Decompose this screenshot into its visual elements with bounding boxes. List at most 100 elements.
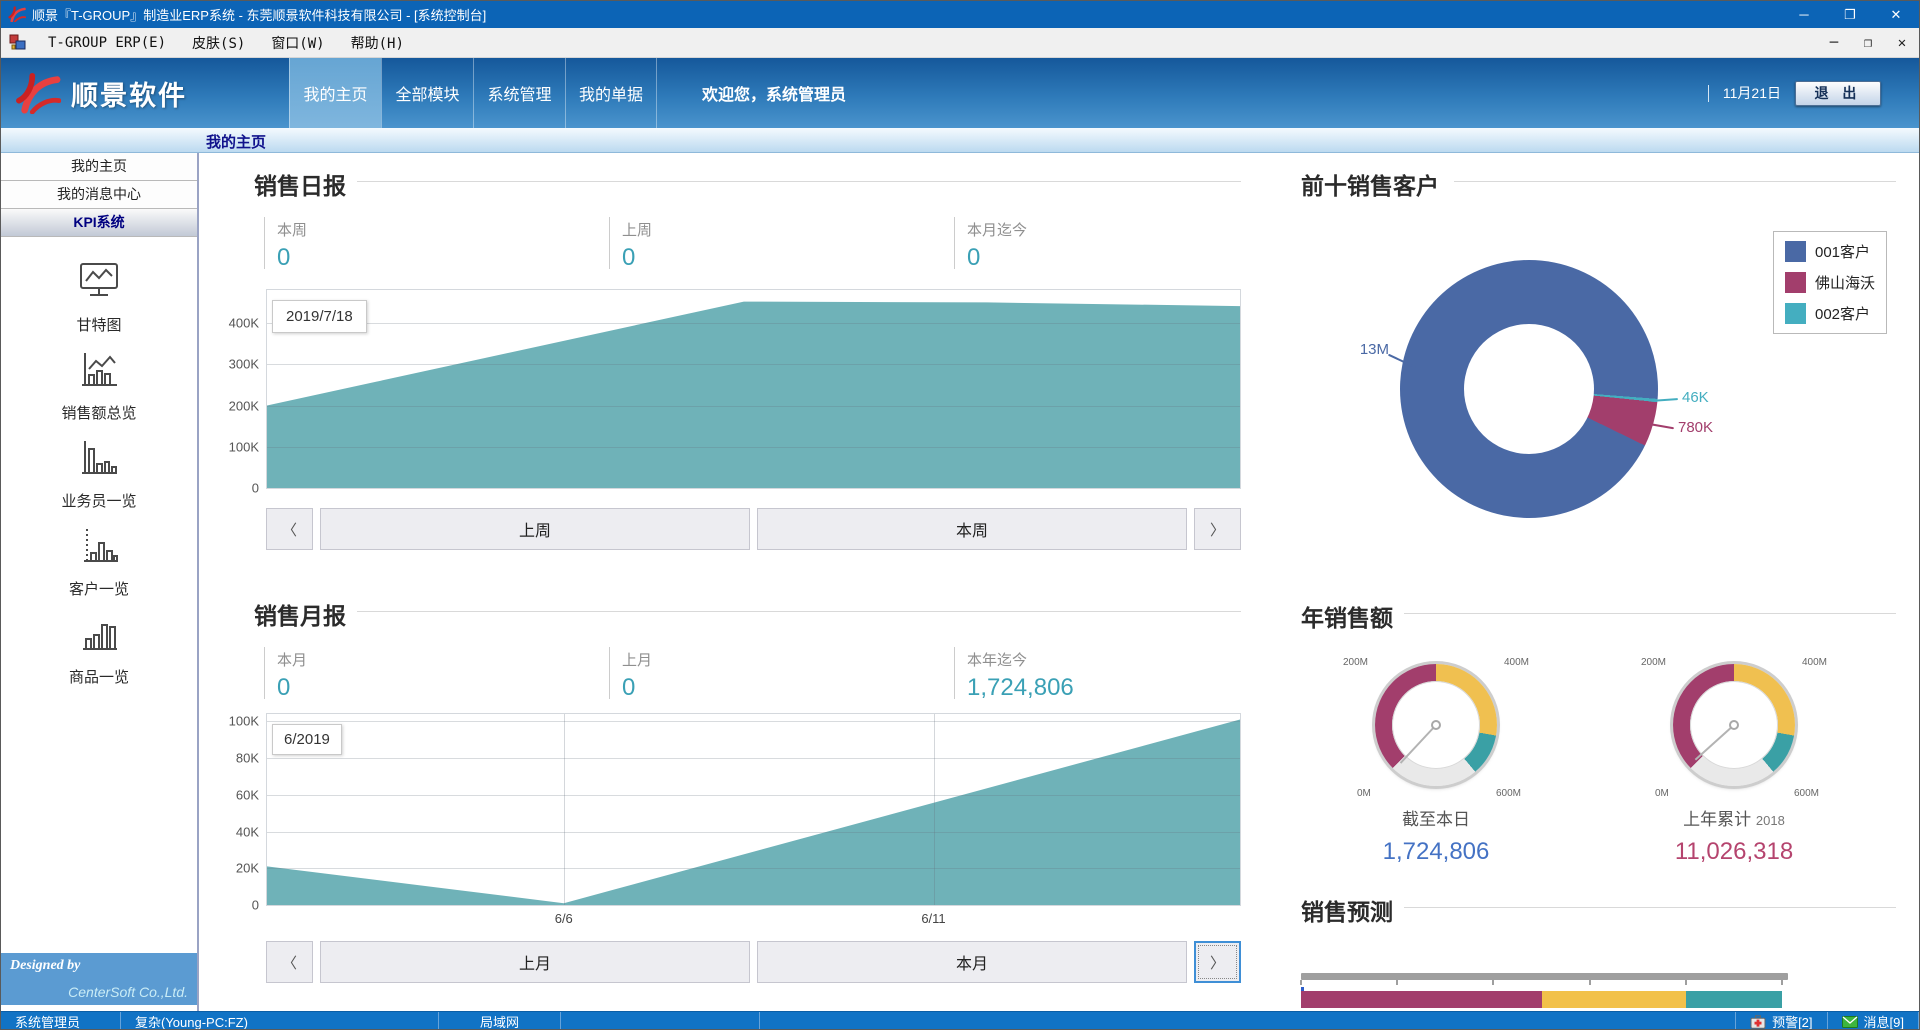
legend-item: 001客户 xyxy=(1785,241,1875,262)
tab-my-documents[interactable]: 我的单据 xyxy=(565,58,657,128)
forecast-segment xyxy=(1686,991,1782,1008)
status-messages-text: 消息[9] xyxy=(1864,1012,1904,1030)
h-gridline xyxy=(267,721,1240,722)
welcome-text: 欢迎您，系统管理员 xyxy=(702,58,846,128)
sales-forecast-title: 销售预测 xyxy=(1301,893,1393,927)
last-week-button[interactable]: 上周 xyxy=(320,508,750,550)
gauge-needle xyxy=(1400,724,1437,763)
y-axis-tick-label: 0 xyxy=(252,898,259,913)
exit-button[interactable]: 退 出 xyxy=(1795,81,1881,106)
tab-system-management[interactable]: 系统管理 xyxy=(473,58,565,128)
sidebar-item-message-center[interactable]: 我的消息中心 xyxy=(1,181,197,209)
monthly-prev-button[interactable]: 〈 xyxy=(266,941,313,983)
chart-tooltip: 6/2019 xyxy=(272,724,342,755)
forecast-ruler xyxy=(1301,973,1788,980)
gauge-tick-label: 200M xyxy=(1343,657,1368,668)
stat-value: 0 xyxy=(277,244,599,272)
sidebar-item-label: 客户一览 xyxy=(69,578,129,599)
sidebar-item-product-overview[interactable]: 商品一览 xyxy=(1,613,197,687)
sidebar-item-sales-overview[interactable]: 销售额总览 xyxy=(1,349,197,423)
menu-item-help[interactable]: 帮助(H) xyxy=(338,28,417,57)
monthly-next-button[interactable]: 〉 xyxy=(1194,941,1241,983)
v-gridline xyxy=(564,714,565,905)
h-gridline xyxy=(267,364,1240,365)
gauge-pivot xyxy=(1729,720,1739,730)
minimize-button[interactable]: ─ xyxy=(1781,1,1827,28)
stat-month-to-date: 本月迄今 0 xyxy=(954,217,1289,269)
stat-value: 0 xyxy=(622,674,944,702)
sidebar-item-customer-overview[interactable]: 客户一览 xyxy=(1,525,197,599)
mdi-restore-button[interactable]: ❐ xyxy=(1851,35,1885,51)
sidebar-item-salesman-overview[interactable]: 业务员一览 xyxy=(1,437,197,511)
gauge-tick-label: 0M xyxy=(1655,788,1669,799)
stat-value: 0 xyxy=(622,244,944,272)
sidebar-spacer xyxy=(1,687,197,953)
stat-label: 本年迄今 xyxy=(967,649,1289,670)
top-customers-donut-chart xyxy=(1400,260,1658,518)
close-button[interactable]: ✕ xyxy=(1873,1,1919,28)
last-month-button[interactable]: 上月 xyxy=(320,941,750,983)
mdi-minimize-button[interactable]: ─ xyxy=(1817,35,1851,51)
close-icon: ✕ xyxy=(1891,7,1902,23)
legend-swatch xyxy=(1785,241,1806,262)
y-axis-tick-label: 0 xyxy=(252,481,259,496)
menu-item-skin[interactable]: 皮肤(S) xyxy=(179,28,258,57)
leader-line xyxy=(1651,398,1678,402)
brand-name: 顺景软件 xyxy=(71,74,187,113)
tab-all-modules[interactable]: 全部模块 xyxy=(381,58,473,128)
this-month-button[interactable]: 本月 xyxy=(757,941,1187,983)
ruler-tick xyxy=(1589,980,1591,985)
annual-sales-title: 年销售额 xyxy=(1301,599,1393,633)
tab-my-homepage[interactable]: 我的主页 xyxy=(289,58,381,128)
status-alerts[interactable]: 预警[2] xyxy=(1735,1012,1826,1030)
breadcrumb: 我的主页 xyxy=(206,131,266,152)
gantt-monitor-icon xyxy=(77,261,121,306)
window-titlebar: 顺景『T-GROUP』制造业ERP系统 - 东莞顺景软件科技有限公司 - [系统… xyxy=(1,1,1919,28)
sidebar-item-kpi-system[interactable]: KPI系统 xyxy=(1,209,197,237)
y-axis-tick-label: 20K xyxy=(236,861,259,876)
stat-value: 0 xyxy=(277,674,599,702)
current-date: 11月21日 xyxy=(1723,83,1781,103)
menu-item-tgroup-erp[interactable]: T-GROUP ERP(E) xyxy=(35,28,179,57)
menu-bar: T-GROUP ERP(E) 皮肤(S) 窗口(W) 帮助(H) ─ ❐ ✕ xyxy=(1,28,1919,58)
stat-value: 1,724,806 xyxy=(967,674,1289,702)
y-axis-tick-label: 100K xyxy=(229,439,259,454)
gauge-tick-label: 400M xyxy=(1802,657,1827,668)
forecast-stacked-bar xyxy=(1301,991,1782,1008)
sidebar-item-my-homepage[interactable]: 我的主页 xyxy=(1,153,197,181)
top-customers-title: 前十销售客户 xyxy=(1301,167,1439,201)
this-week-button[interactable]: 本周 xyxy=(757,508,1187,550)
gauge-ring xyxy=(1375,664,1497,786)
x-axis-tick-label: 6/6 xyxy=(555,911,573,926)
ruler-tick xyxy=(1492,980,1494,985)
header-right: 11月21日 退 出 xyxy=(1708,58,1919,128)
daily-next-button[interactable]: 〉 xyxy=(1194,508,1241,550)
restore-button[interactable]: ❐ xyxy=(1827,1,1873,28)
legend-label: 佛山海沃 xyxy=(1815,272,1875,293)
minimize-icon: ─ xyxy=(1799,7,1808,22)
window-title: 顺景『T-GROUP』制造业ERP系统 - 东莞顺景软件科技有限公司 - [系统… xyxy=(32,5,1781,24)
status-empty-segment xyxy=(561,1012,760,1030)
menu-item-window[interactable]: 窗口(W) xyxy=(258,28,337,57)
y-axis-tick-label: 400K xyxy=(229,316,259,331)
chart-tooltip: 2019/7/18 xyxy=(272,300,367,333)
y-axis-tick-label: 60K xyxy=(236,787,259,802)
customer-chart-icon xyxy=(77,525,121,570)
forecast-axis xyxy=(1301,949,1782,969)
stat-label: 本周 xyxy=(277,219,599,240)
gauge-tick-label: 400M xyxy=(1504,657,1529,668)
daily-prev-button[interactable]: 〈 xyxy=(266,508,313,550)
status-network-text: 局域网 xyxy=(480,1012,519,1030)
donut-value-label: 780K xyxy=(1678,419,1713,436)
sidebar-item-gantt[interactable]: 甘特图 xyxy=(1,261,197,335)
stat-value: 0 xyxy=(967,244,1289,272)
stat-this-week: 本周 0 xyxy=(264,217,599,269)
donut-legend: 001客户 佛山海沃 002客户 xyxy=(1773,231,1887,334)
sidebar: 我的主页 我的消息中心 KPI系统 甘特图 销售额总览 xyxy=(1,153,199,1011)
legend-item: 佛山海沃 xyxy=(1785,272,1875,293)
donut-value-label: 46K xyxy=(1682,389,1709,406)
status-host: 复杂(Young-PC:FZ) xyxy=(121,1012,439,1030)
mdi-close-button[interactable]: ✕ xyxy=(1885,35,1919,51)
app-icon xyxy=(8,6,26,24)
status-messages[interactable]: 消息[9] xyxy=(1827,1012,1919,1030)
